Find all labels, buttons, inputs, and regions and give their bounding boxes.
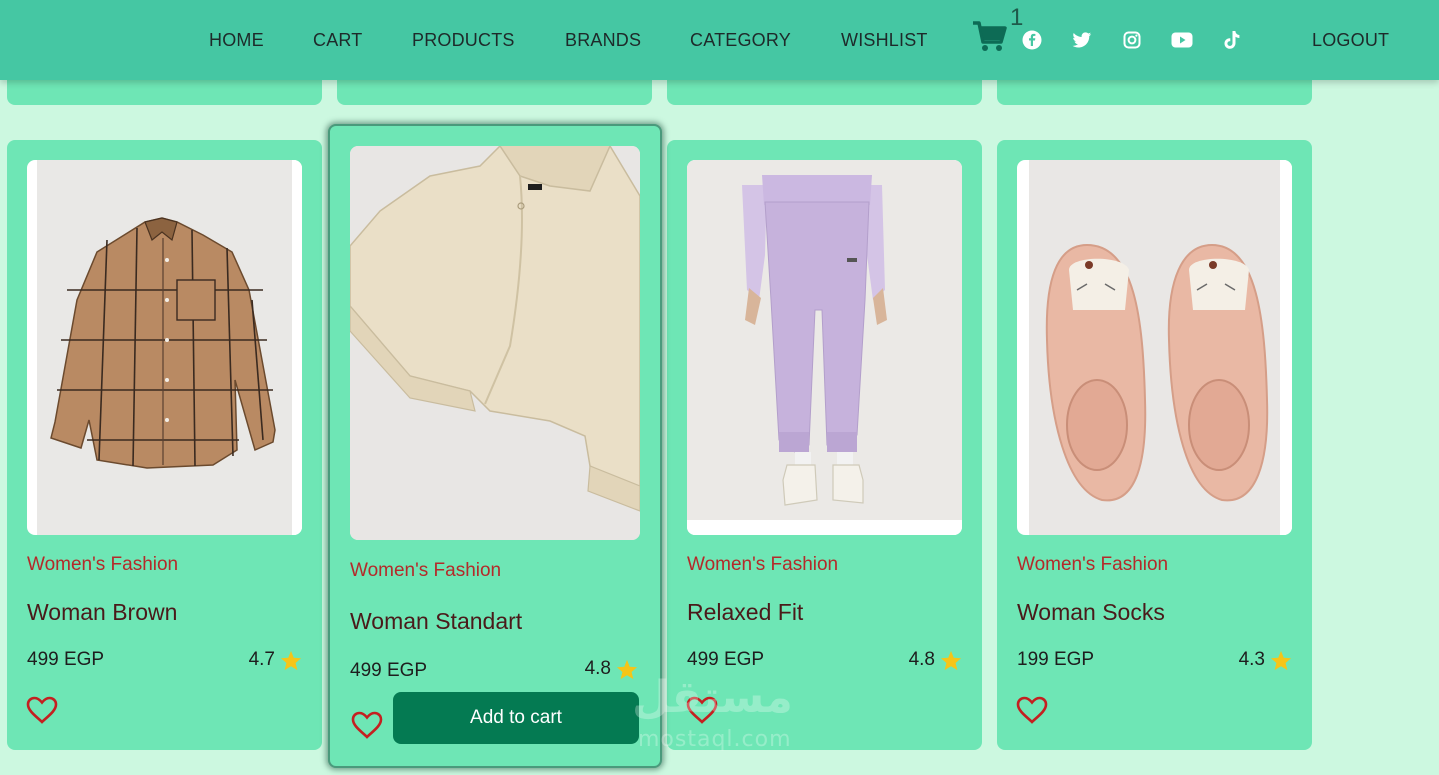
product-rating: 4.8: [585, 658, 638, 680]
product-image[interactable]: [1017, 160, 1292, 535]
product-card[interactable]: Women's Fashion Relaxed Fit 499 EGP 4.8: [667, 140, 982, 750]
wishlist-heart-icon[interactable]: [1015, 695, 1049, 725]
cart-count-badge: 1: [1010, 4, 1024, 31]
facebook-icon[interactable]: [1021, 29, 1043, 51]
star-icon: [616, 659, 638, 679]
product-price: 199 EGP: [1017, 649, 1095, 670]
cart-icon[interactable]: [972, 20, 1012, 56]
wishlist-heart-icon[interactable]: [25, 695, 59, 725]
wishlist-heart-icon[interactable]: [350, 710, 384, 740]
product-image[interactable]: [350, 146, 640, 540]
product-rating: 4.3: [1239, 649, 1292, 671]
logout-link[interactable]: LOGOUT: [1312, 30, 1389, 51]
product-price: 499 EGP: [27, 649, 105, 670]
nav-brands[interactable]: BRANDS: [565, 30, 641, 51]
product-title: Woman Brown: [27, 599, 178, 625]
tiktok-icon[interactable]: [1221, 29, 1243, 51]
product-rating: 4.7: [249, 649, 302, 671]
add-to-cart-button[interactable]: Add to cart: [393, 692, 639, 744]
product-title: Woman Standart: [350, 608, 523, 634]
product-price: 499 EGP: [350, 660, 428, 681]
product-category: Women's Fashion: [27, 554, 179, 575]
product-price: 499 EGP: [687, 649, 765, 670]
rating-value: 4.7: [248, 649, 275, 670]
rating-value: 4.8: [908, 649, 935, 670]
product-card[interactable]: Women's Fashion Woman Socks 199 EGP 4.3: [997, 140, 1312, 750]
nav-wishlist[interactable]: WISHLIST: [841, 30, 928, 51]
product-category: Women's Fashion: [687, 554, 839, 575]
nav-category[interactable]: CATEGORY: [690, 30, 791, 51]
youtube-icon[interactable]: [1171, 29, 1193, 51]
wishlist-heart-icon[interactable]: [685, 695, 719, 725]
nav-products[interactable]: PRODUCTS: [412, 30, 515, 51]
star-icon: [940, 650, 962, 670]
product-title: Woman Socks: [1017, 599, 1165, 625]
twitter-icon[interactable]: [1071, 29, 1093, 51]
navbar: HOME CART PRODUCTS BRANDS CATEGORY WISHL…: [0, 0, 1439, 80]
instagram-icon[interactable]: [1121, 29, 1143, 51]
product-category: Women's Fashion: [350, 560, 502, 581]
product-card[interactable]: Women's Fashion Woman Brown 499 EGP 4.7: [7, 140, 322, 750]
product-rating: 4.8: [909, 649, 962, 671]
nav-home[interactable]: HOME: [209, 30, 264, 51]
product-category: Women's Fashion: [1017, 554, 1169, 575]
star-icon: [280, 650, 302, 670]
rating-value: 4.8: [584, 658, 611, 679]
product-title: Relaxed Fit: [687, 599, 804, 625]
nav-cart[interactable]: CART: [313, 30, 362, 51]
product-card[interactable]: Women's Fashion Woman Standart 499 EGP 4…: [328, 124, 662, 768]
star-icon: [1270, 650, 1292, 670]
product-image[interactable]: [27, 160, 302, 535]
product-image[interactable]: [687, 160, 962, 535]
rating-value: 4.3: [1238, 649, 1265, 670]
